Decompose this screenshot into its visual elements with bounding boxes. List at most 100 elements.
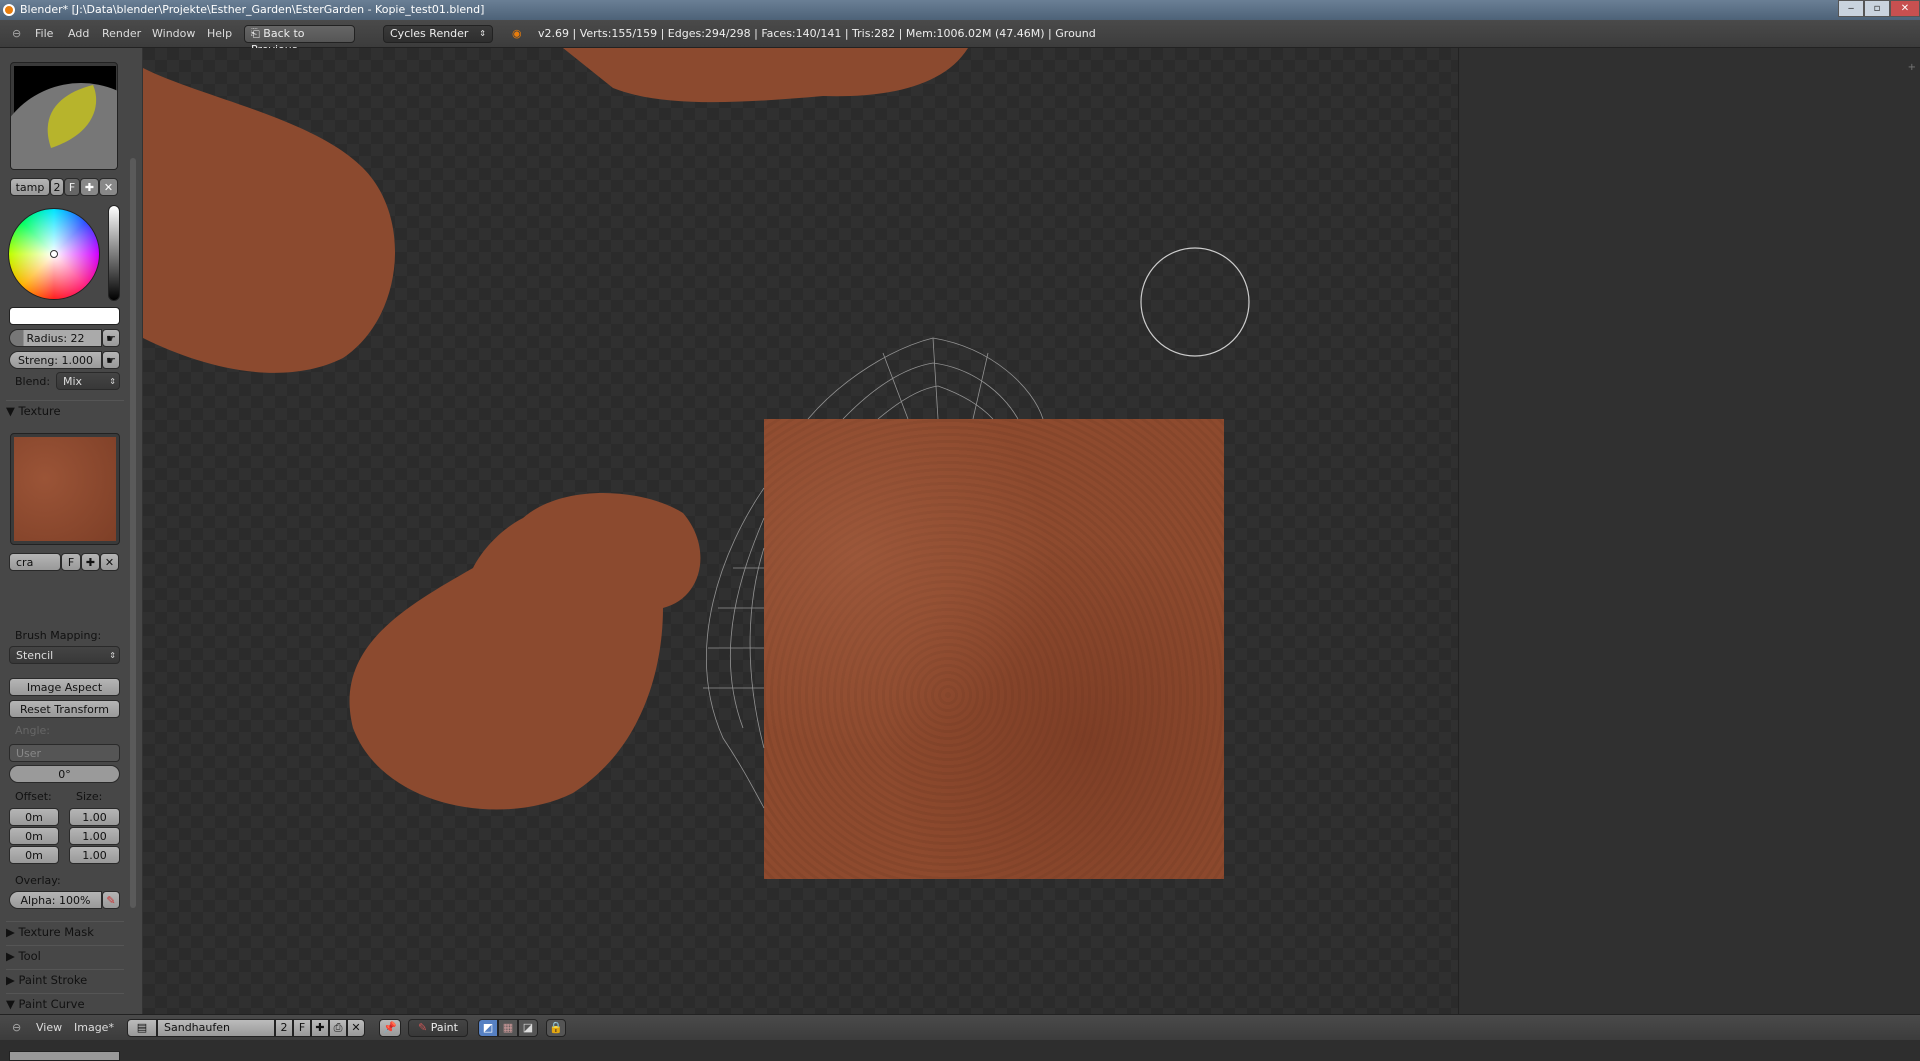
mask-icon[interactable]: ▦: [498, 1019, 518, 1037]
color-picker-handle[interactable]: [50, 250, 58, 258]
menu-image[interactable]: Image*: [74, 1015, 114, 1041]
image-users[interactable]: 2: [275, 1019, 293, 1037]
info-header: ⊖ File Add Render Window Help ⎗ Back to …: [0, 20, 1920, 56]
offset-label: Offset:: [15, 790, 52, 803]
size-label: Size:: [76, 790, 103, 803]
radius-slider[interactable]: Radius: 22: [9, 329, 102, 347]
texture-fake-user[interactable]: F: [61, 553, 81, 571]
panel-label: Tool: [18, 949, 41, 963]
overlay-label: Overlay:: [15, 874, 61, 887]
menu-window[interactable]: Window: [152, 20, 195, 48]
menu-render[interactable]: Render: [102, 20, 141, 48]
alpha-icon[interactable]: ◪: [518, 1019, 538, 1037]
updown-icon: ⇕: [479, 29, 486, 38]
minimize-button[interactable]: ‒: [1838, 0, 1864, 17]
scene-stats: v2.69 | Verts:155/159 | Edges:294/298 | …: [538, 27, 1096, 40]
title-bar: Blender* [J:\Data\blender\Projekte\Esthe…: [0, 0, 1920, 20]
unlink-brush-icon[interactable]: ✕: [99, 178, 118, 196]
pin-icon[interactable]: 📌: [379, 1019, 401, 1037]
updown-icon: ⇕: [109, 377, 116, 386]
brush-users[interactable]: 2: [50, 178, 64, 196]
mode-select[interactable]: ✎ Paint: [408, 1019, 468, 1037]
menu-help[interactable]: Help: [207, 20, 232, 48]
angle-label: Angle:: [15, 724, 51, 737]
reset-transform-button[interactable]: Reset Transform: [9, 700, 120, 718]
texture-preview[interactable]: [10, 433, 120, 545]
overlay-toggle-brush-icon[interactable]: ✎: [102, 891, 120, 909]
angle-mode-select: User: [9, 744, 120, 762]
render-engine-select[interactable]: Cycles Render ⇕: [383, 25, 493, 43]
new-image-icon[interactable]: ✚: [311, 1019, 329, 1037]
offset-x-field[interactable]: 0m: [9, 808, 59, 826]
overlay-alpha-slider[interactable]: Alpha: 100%: [9, 891, 102, 909]
offset-z-field[interactable]: 0m: [9, 846, 59, 864]
image-fake-user[interactable]: F: [293, 1019, 311, 1037]
draw-mode-icon[interactable]: ◩: [478, 1019, 498, 1037]
maximize-button[interactable]: ▫: [1864, 0, 1890, 17]
unlink-image-icon[interactable]: ✕: [347, 1019, 365, 1037]
fake-user-toggle[interactable]: F: [64, 178, 80, 196]
blender-logo-icon: [3, 4, 15, 16]
brush-mapping-select[interactable]: Stencil ⇕: [9, 646, 120, 664]
size-x-field[interactable]: 1.00: [69, 808, 120, 826]
menu-view[interactable]: View: [36, 1015, 62, 1041]
lock-icon[interactable]: 🔒: [546, 1019, 566, 1037]
menu-add[interactable]: Add: [68, 20, 89, 48]
blend-value: Mix: [63, 375, 83, 388]
texture-mask-panel-header[interactable]: ▶ Texture Mask: [6, 921, 124, 941]
open-image-icon[interactable]: ⎙: [329, 1019, 347, 1037]
brush-name-field[interactable]: tamp: [10, 178, 50, 196]
pressure-strength-icon[interactable]: ☛: [102, 351, 120, 369]
expanded-triangle-icon: ▼: [6, 997, 19, 1011]
tool-panel-header[interactable]: ▶ Tool: [6, 945, 124, 965]
panel-label: Paint Curve: [18, 997, 85, 1011]
image-editor-viewport[interactable]: [143, 48, 1458, 1014]
new-brush-icon[interactable]: ✚: [80, 178, 99, 196]
curve-widget[interactable]: [9, 1051, 120, 1061]
brush-mapping-label: Brush Mapping:: [15, 629, 102, 642]
unlink-texture-icon[interactable]: ✕: [100, 553, 119, 571]
image-browse-icon[interactable]: ▤: [127, 1019, 157, 1037]
texture-panel-header[interactable]: ▼ Texture: [6, 400, 124, 420]
image-aspect-button[interactable]: Image Aspect: [9, 678, 120, 696]
collapsed-triangle-icon: ▶: [6, 973, 19, 987]
color-wheel[interactable]: [8, 208, 100, 300]
offset-y-field[interactable]: 0m: [9, 827, 59, 845]
editor-type-icon[interactable]: ⊖: [12, 20, 21, 48]
pressure-radius-icon[interactable]: ☛: [102, 329, 120, 347]
new-texture-icon[interactable]: ✚: [81, 553, 100, 571]
mapping-value: Stencil: [16, 649, 54, 662]
expanded-triangle-icon: ▼: [6, 404, 19, 418]
texture-panel-label: Texture: [18, 404, 61, 418]
paint-stroke-panel-header[interactable]: ▶ Paint Stroke: [6, 969, 124, 989]
panel-scrollbar[interactable]: [130, 158, 136, 908]
blend-select[interactable]: Mix ⇕: [56, 372, 120, 390]
collapsed-triangle-icon: ▶: [6, 949, 19, 963]
engine-label: Cycles Render: [390, 27, 469, 40]
size-y-field[interactable]: 1.00: [69, 827, 120, 845]
editor-type-icon[interactable]: ⊖: [12, 1015, 21, 1041]
size-z-field[interactable]: 1.00: [69, 846, 120, 864]
panel-label: Texture Mask: [18, 925, 94, 939]
angle-mode-value: User: [16, 747, 42, 760]
panel-label: Paint Stroke: [18, 973, 88, 987]
strength-slider[interactable]: Streng: 1.000: [9, 351, 102, 369]
image-name-field[interactable]: Sandhaufen: [157, 1019, 275, 1037]
mode-label: Paint: [430, 1021, 458, 1034]
close-button[interactable]: ✕: [1890, 0, 1920, 17]
texture-name-field[interactable]: cra: [9, 553, 61, 571]
menu-file[interactable]: File: [35, 20, 53, 48]
window-title: Blender* [J:\Data\blender\Projekte\Esthe…: [20, 3, 485, 16]
value-slider[interactable]: [108, 205, 120, 301]
angle-field[interactable]: 0°: [9, 765, 120, 783]
region-expand-icon[interactable]: +: [1908, 62, 1916, 73]
tool-shelf: tamp 2 F ✚ ✕ Radius: 22 ☛ Streng: 1.000 …: [0, 48, 143, 1061]
brush-preview[interactable]: [10, 62, 118, 170]
image-editor-header: ⊖ View Image* ▤ Sandhaufen 2 F ✚ ⎙ ✕ 📌 ✎…: [0, 1014, 1920, 1040]
paint-canvas[interactable]: [143, 48, 1458, 1014]
paint-curve-panel-header[interactable]: ▼ Paint Curve: [6, 993, 124, 1013]
back-to-previous-button[interactable]: ⎗ Back to Previous: [244, 25, 355, 56]
properties-region: +: [1458, 48, 1920, 1014]
blender-icon: ◉: [512, 27, 522, 40]
brush-color-swatch[interactable]: [9, 307, 120, 325]
